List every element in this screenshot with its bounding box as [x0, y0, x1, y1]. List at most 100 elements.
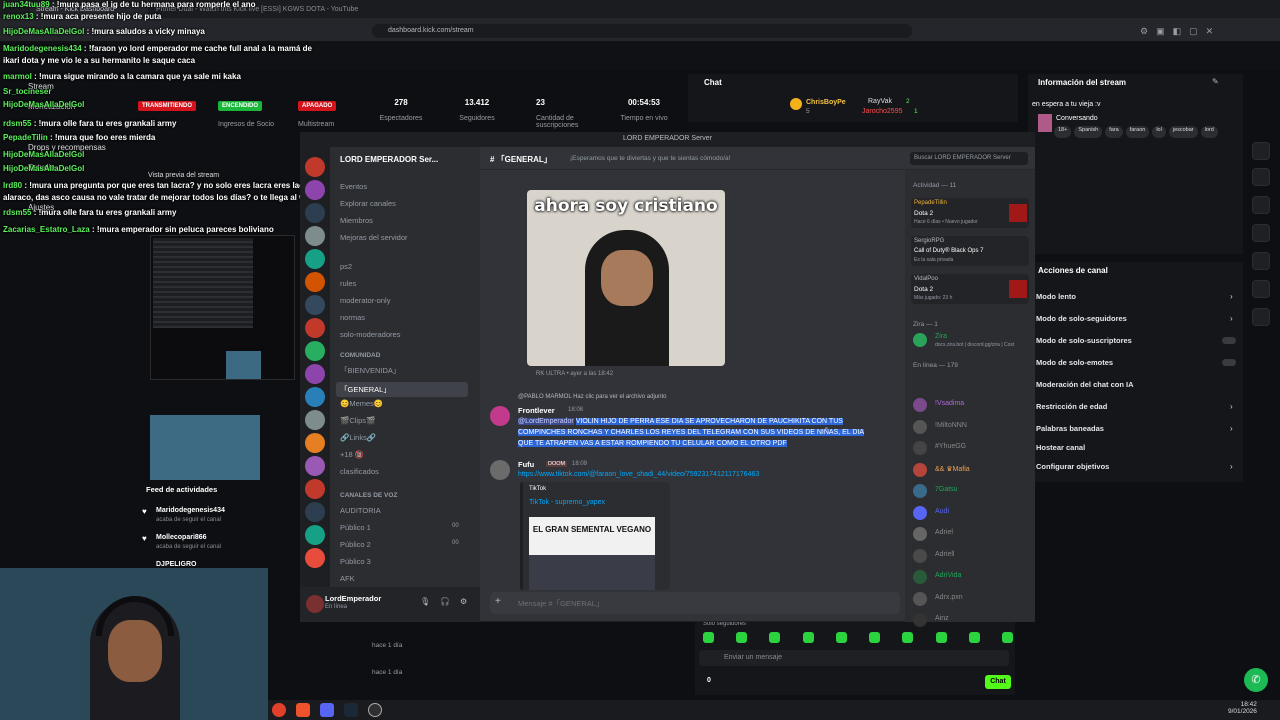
- server-icon[interactable]: [305, 180, 325, 200]
- gear-icon[interactable]: ⚙: [460, 597, 467, 606]
- channel-item[interactable]: 「BIENVENIDA」: [340, 365, 400, 376]
- tag-chip[interactable]: lord: [1200, 126, 1218, 138]
- voice-channel[interactable]: AFK: [340, 574, 355, 583]
- category-header[interactable]: COMUNIDAD: [340, 352, 380, 359]
- emote-icon[interactable]: [869, 632, 881, 643]
- tool-button[interactable]: [1252, 168, 1270, 186]
- channel-item[interactable]: 😊Memes😊: [340, 399, 383, 408]
- feed-user[interactable]: DJPELIGRO: [156, 561, 196, 568]
- member-name[interactable]: #YhueGG: [935, 443, 966, 450]
- chat-input[interactable]: Enviar un mensaje: [724, 654, 782, 661]
- action-host[interactable]: Hostear canal: [1036, 443, 1085, 452]
- tag-chip[interactable]: jescobar: [1168, 126, 1198, 138]
- url-input[interactable]: dashboard.kick.com/stream: [372, 24, 912, 38]
- brave-icon[interactable]: [296, 703, 310, 717]
- steam-icon[interactable]: [344, 703, 358, 717]
- activity-card[interactable]: SergioRPG Call of Duty® Black Ops 7 Es l…: [911, 236, 1029, 266]
- avatar[interactable]: [913, 484, 927, 498]
- server-icon[interactable]: [305, 456, 325, 476]
- server-icon[interactable]: [305, 318, 325, 338]
- feed-user[interactable]: Maridodegenesis434: [156, 507, 225, 514]
- channel-item[interactable]: 「GENERAL」: [336, 382, 468, 397]
- avatar[interactable]: [913, 462, 927, 477]
- embed-title[interactable]: TikTok - supremo_yapex: [529, 499, 605, 506]
- server-icon[interactable]: [305, 157, 325, 177]
- emote-icon[interactable]: [935, 632, 947, 643]
- action-ai-moderation[interactable]: Moderación del chat con IA: [1036, 380, 1134, 389]
- top-user[interactable]: RayVak: [868, 98, 892, 105]
- avatar[interactable]: [913, 441, 927, 455]
- toggle-emotes-only[interactable]: [1222, 359, 1236, 366]
- browser-tab[interactable]: [ESSI] KGWS DOTA - YouTube: [255, 3, 373, 17]
- action-slow-mode[interactable]: Modo lento: [1036, 292, 1076, 301]
- obs-icon[interactable]: [368, 703, 382, 717]
- message-author[interactable]: Fufu: [518, 460, 534, 469]
- voice-channel[interactable]: Público 3: [340, 557, 371, 566]
- feed-user[interactable]: Mollecopari866: [156, 534, 207, 541]
- chat-bubble-icon[interactable]: ✆: [1244, 668, 1268, 692]
- meme-image[interactable]: ahora soy cristiano: [527, 190, 725, 366]
- action-subs-only[interactable]: Modo de solo-suscriptores: [1036, 336, 1132, 345]
- mention[interactable]: @LordEmperador: [518, 418, 574, 425]
- voice-channel[interactable]: AUDITORIA: [340, 506, 381, 515]
- avatar[interactable]: [913, 419, 927, 434]
- server-icon[interactable]: [305, 341, 325, 361]
- server-icon[interactable]: [305, 410, 325, 430]
- edit-icon[interactable]: ✎: [1212, 77, 1219, 86]
- emote-icon[interactable]: [703, 632, 714, 643]
- action-age-restriction[interactable]: Restricción de edad: [1036, 402, 1107, 411]
- channel-item[interactable]: clasificados: [340, 467, 379, 476]
- member-name[interactable]: 7Gatsu: [935, 486, 958, 493]
- tool-button[interactable]: [1252, 224, 1270, 242]
- message-composer[interactable]: Mensaje #「GENERAL」: [490, 592, 900, 614]
- emote-icon[interactable]: [802, 632, 814, 643]
- channel-item[interactable]: solo-moderadores: [340, 330, 400, 339]
- discord-icon[interactable]: [320, 703, 334, 717]
- search-input[interactable]: Buscar LORD EMPERADOR Server: [910, 152, 1028, 165]
- message-author[interactable]: Frontlever: [518, 406, 555, 415]
- avatar[interactable]: [306, 595, 324, 613]
- avatar[interactable]: [913, 398, 927, 412]
- sidebar-item[interactable]: Explorar canales: [340, 199, 396, 208]
- action-emotes-only[interactable]: Modo de solo-emotes: [1036, 358, 1113, 367]
- avatar[interactable]: [913, 505, 927, 520]
- browser-extension-icons[interactable]: ⚙▣◧▢✕: [1140, 26, 1221, 37]
- server-icon[interactable]: [305, 226, 325, 246]
- status-badge-apagado[interactable]: APAGADO: [298, 101, 337, 111]
- avatar[interactable]: [913, 613, 927, 627]
- emote-icon[interactable]: [1001, 632, 1013, 643]
- channel-item[interactable]: rules: [340, 279, 356, 288]
- member-name[interactable]: Adriel: [935, 529, 953, 536]
- tool-button[interactable]: [1252, 142, 1270, 160]
- action-goals[interactable]: Configurar objetivos: [1036, 462, 1109, 471]
- chevron-right-icon[interactable]: ›: [1230, 424, 1233, 433]
- avatar[interactable]: [913, 333, 927, 347]
- member-name[interactable]: && ♛Mafia: [935, 465, 970, 473]
- tag-chip[interactable]: faraon: [1125, 126, 1150, 138]
- server-icon[interactable]: [305, 364, 325, 384]
- member-name[interactable]: Adrx.pxn: [935, 594, 963, 601]
- plus-icon[interactable]: +: [495, 596, 501, 607]
- emote-icon[interactable]: [968, 632, 980, 643]
- server-icon[interactable]: [305, 272, 325, 292]
- member-name[interactable]: Zira: [935, 333, 947, 340]
- sidebar-item[interactable]: Miembros: [340, 216, 373, 225]
- chevron-right-icon[interactable]: ›: [1230, 314, 1233, 323]
- channel-item[interactable]: 🎬Clips🎬: [340, 416, 375, 425]
- voice-channel[interactable]: Público 2: [340, 540, 371, 549]
- server-icon[interactable]: [305, 433, 325, 453]
- server-icon[interactable]: [305, 295, 325, 315]
- action-banned-words[interactable]: Palabras baneadas: [1036, 424, 1104, 433]
- reply-preview[interactable]: @PABLO MARMOL Haz clic para ver el archi…: [518, 394, 666, 400]
- sidebar-item[interactable]: Mejoras del servidor: [340, 233, 408, 242]
- tool-button[interactable]: [1252, 252, 1270, 270]
- channel-item[interactable]: ps2: [340, 262, 352, 271]
- activity-card[interactable]: PepadeTillin Dota 2 Hace 6 días • Nuevo …: [911, 198, 1029, 228]
- server-icon[interactable]: [305, 479, 325, 499]
- avatar[interactable]: [913, 548, 927, 563]
- emote-icon[interactable]: [769, 632, 781, 643]
- chevron-right-icon[interactable]: ›: [1230, 292, 1233, 301]
- message-link[interactable]: https://www.tiktok.com/@faraon_love_shad…: [518, 471, 759, 478]
- emote-icon[interactable]: [902, 632, 914, 643]
- server-name[interactable]: LORD EMPERADOR Ser...: [340, 155, 438, 164]
